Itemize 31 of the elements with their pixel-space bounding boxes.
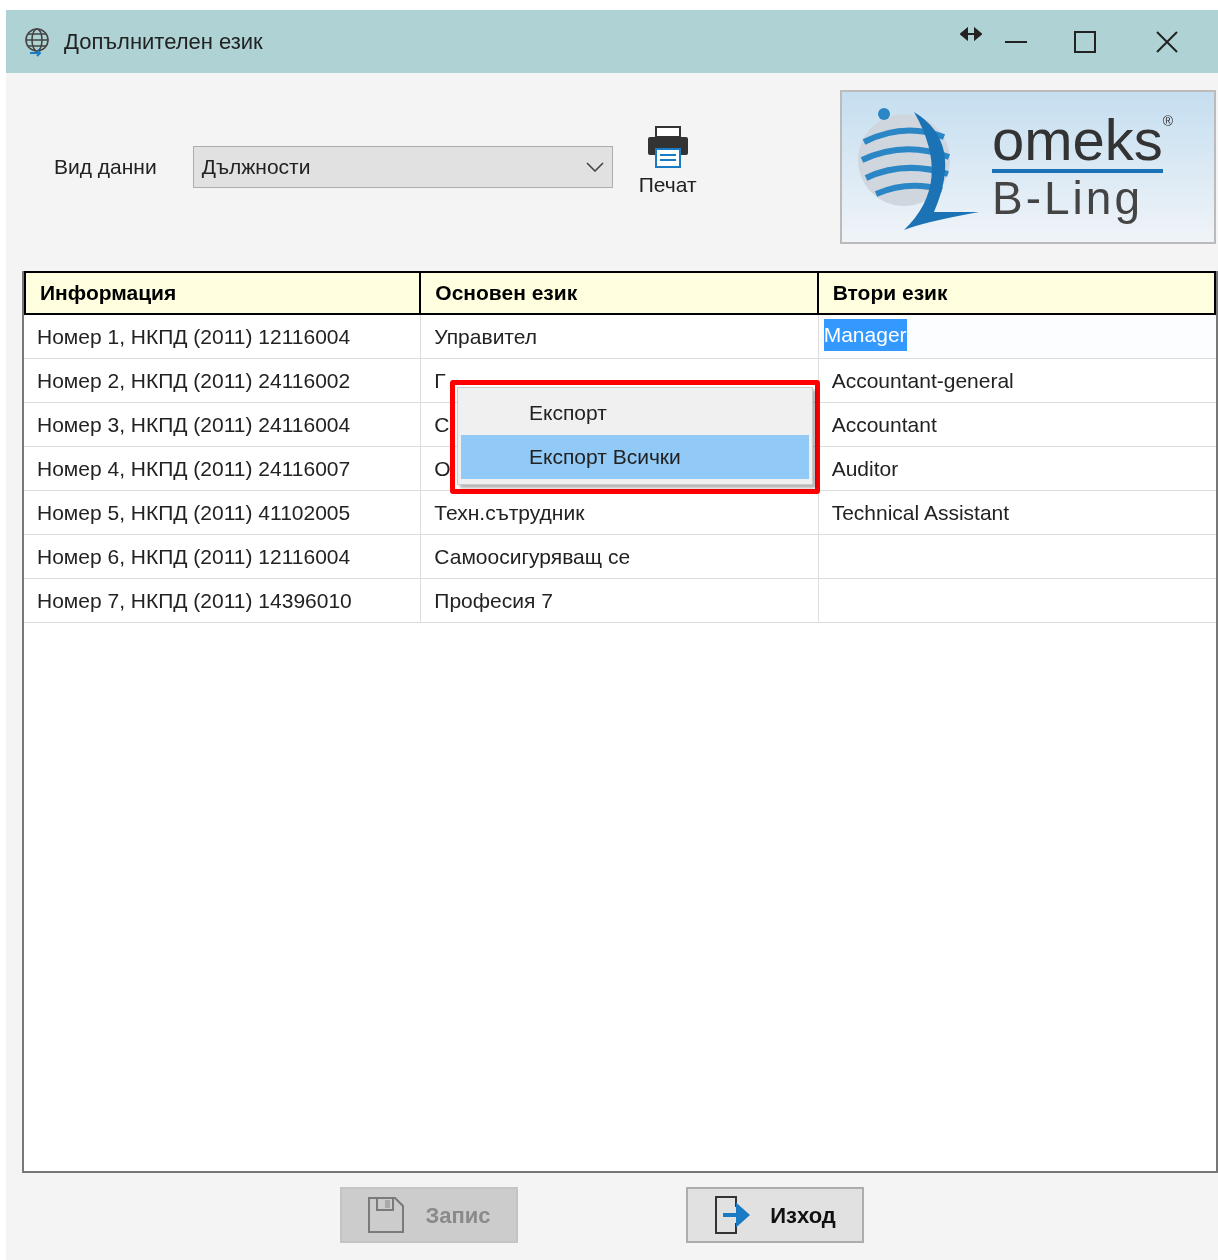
column-header: Информация xyxy=(24,271,422,315)
maximize-icon xyxy=(1074,30,1096,53)
table-cell: Номер 3, НКПД (2011) 24116004 xyxy=(24,403,422,446)
table-cell: Номер 1, НКПД (2011) 12116004 xyxy=(24,315,422,358)
table-cell: Професия 7 xyxy=(421,579,819,622)
logo-registered-mark: ® xyxy=(1162,112,1174,129)
close-icon xyxy=(1156,30,1178,53)
table-cell: Управител xyxy=(421,315,819,358)
table-cell: Техн.сътрудник xyxy=(421,491,819,534)
table-cell: Номер 7, НКПД (2011) 14396010 xyxy=(24,579,422,622)
logo-brand-text: omeks xyxy=(992,111,1163,173)
table-cell: Номер 5, НКПД (2011) 41102005 xyxy=(24,491,422,534)
data-type-label: Вид данни xyxy=(54,154,157,181)
printer-icon xyxy=(645,125,690,169)
exit-button[interactable]: Изход xyxy=(686,1187,864,1243)
menu-item[interactable]: Експорт Всички xyxy=(461,435,809,479)
globe-icon xyxy=(22,26,52,57)
table-cell: Номер 6, НКПД (2011) 12116004 xyxy=(24,535,422,578)
table-cell: Самоосигуряващ се xyxy=(421,535,819,578)
chevron-down-icon xyxy=(585,162,604,172)
column-header: Основен език xyxy=(421,271,819,315)
column-header: Втори език xyxy=(818,271,1216,315)
minimize-icon xyxy=(1005,40,1027,43)
data-type-dropdown[interactable]: Дължности xyxy=(192,146,613,188)
print-button[interactable]: Печат xyxy=(638,125,697,201)
table-cell: Номер 4, НКПД (2011) 24116007 xyxy=(24,447,422,490)
resize-arrows-icon[interactable] xyxy=(960,26,982,41)
window-title: Допълнителен език xyxy=(64,28,263,56)
logo-product-text: B-Ling xyxy=(992,173,1144,223)
table-cell: Номер 2, НКПД (2011) 24116002 xyxy=(24,359,422,402)
exit-door-icon xyxy=(714,1195,751,1235)
